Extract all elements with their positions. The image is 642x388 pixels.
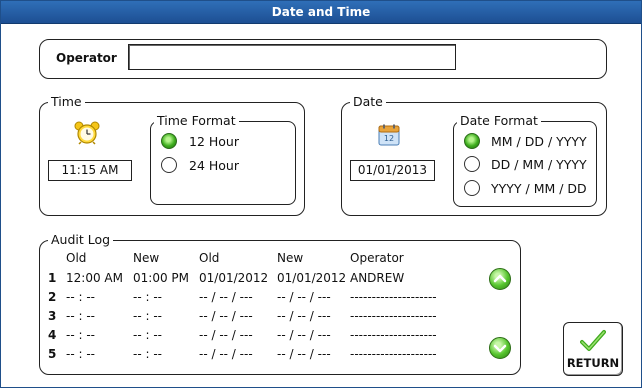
operator-input[interactable] [128, 44, 456, 70]
time-format-legend: Time Format [154, 113, 239, 129]
calendar-icon: 12 [378, 124, 400, 150]
return-button-label: RETURN [566, 356, 620, 370]
time-value-field[interactable]: 11:15 AM [48, 160, 132, 181]
date-format-legend: Date Format [457, 113, 541, 129]
radio-selected-icon[interactable] [161, 133, 177, 149]
operator-panel: Operator [39, 39, 607, 79]
date-value-field[interactable]: 01/01/2013 [350, 160, 435, 181]
scroll-down-button[interactable] [489, 337, 511, 359]
date-format-group: Date Format MM / DD / YYYY DD / MM / YYY… [453, 113, 597, 207]
radio-unselected-icon[interactable] [464, 156, 480, 172]
time-format-12-hour-option[interactable]: 12 Hour [161, 131, 239, 151]
radio-unselected-icon[interactable] [161, 157, 177, 173]
radio-unselected-icon[interactable] [464, 180, 480, 196]
audit-log-legend: Audit Log [48, 232, 114, 248]
chevron-up-icon [493, 274, 507, 283]
scroll-up-button[interactable] [489, 268, 511, 290]
audit-log-panel: Audit Log Old New Old New Operator 1 12:… [39, 232, 521, 375]
date-format-yyyy-mm-dd-option[interactable]: YYYY / MM / DD [464, 178, 587, 198]
column-header-new-date: New [277, 251, 304, 265]
svg-text:12: 12 [384, 134, 394, 143]
column-header-new-time: New [133, 251, 160, 265]
window-title: Date and Time [1, 1, 641, 24]
date-legend: Date [350, 94, 386, 110]
chevron-down-icon [493, 344, 507, 353]
column-header-operator: Operator [350, 251, 404, 265]
time-panel: Time 11:15 AM Time Format 12 Hour 24 Hou… [39, 94, 305, 216]
date-time-window: Date and Time Operator Time 11:15 AM Tim… [0, 0, 642, 388]
time-format-24-hour-option[interactable]: 24 Hour [161, 155, 239, 175]
date-format-mm-dd-yyyy-option[interactable]: MM / DD / YYYY [464, 131, 587, 151]
column-header-old-time: Old [66, 251, 87, 265]
alarm-clock-icon [74, 121, 100, 149]
operator-label: Operator [56, 51, 117, 65]
date-format-dd-mm-yyyy-option[interactable]: DD / MM / YYYY [464, 154, 587, 174]
radio-selected-icon[interactable] [464, 133, 480, 149]
time-legend: Time [48, 94, 85, 110]
date-panel: Date 12 01/01/2013 Date Format MM / DD /… [341, 94, 607, 216]
checkmark-icon [580, 330, 606, 351]
column-header-old-date: Old [199, 251, 220, 265]
return-button[interactable]: RETURN [563, 322, 623, 376]
time-format-group: Time Format 12 Hour 24 Hour [150, 113, 296, 205]
